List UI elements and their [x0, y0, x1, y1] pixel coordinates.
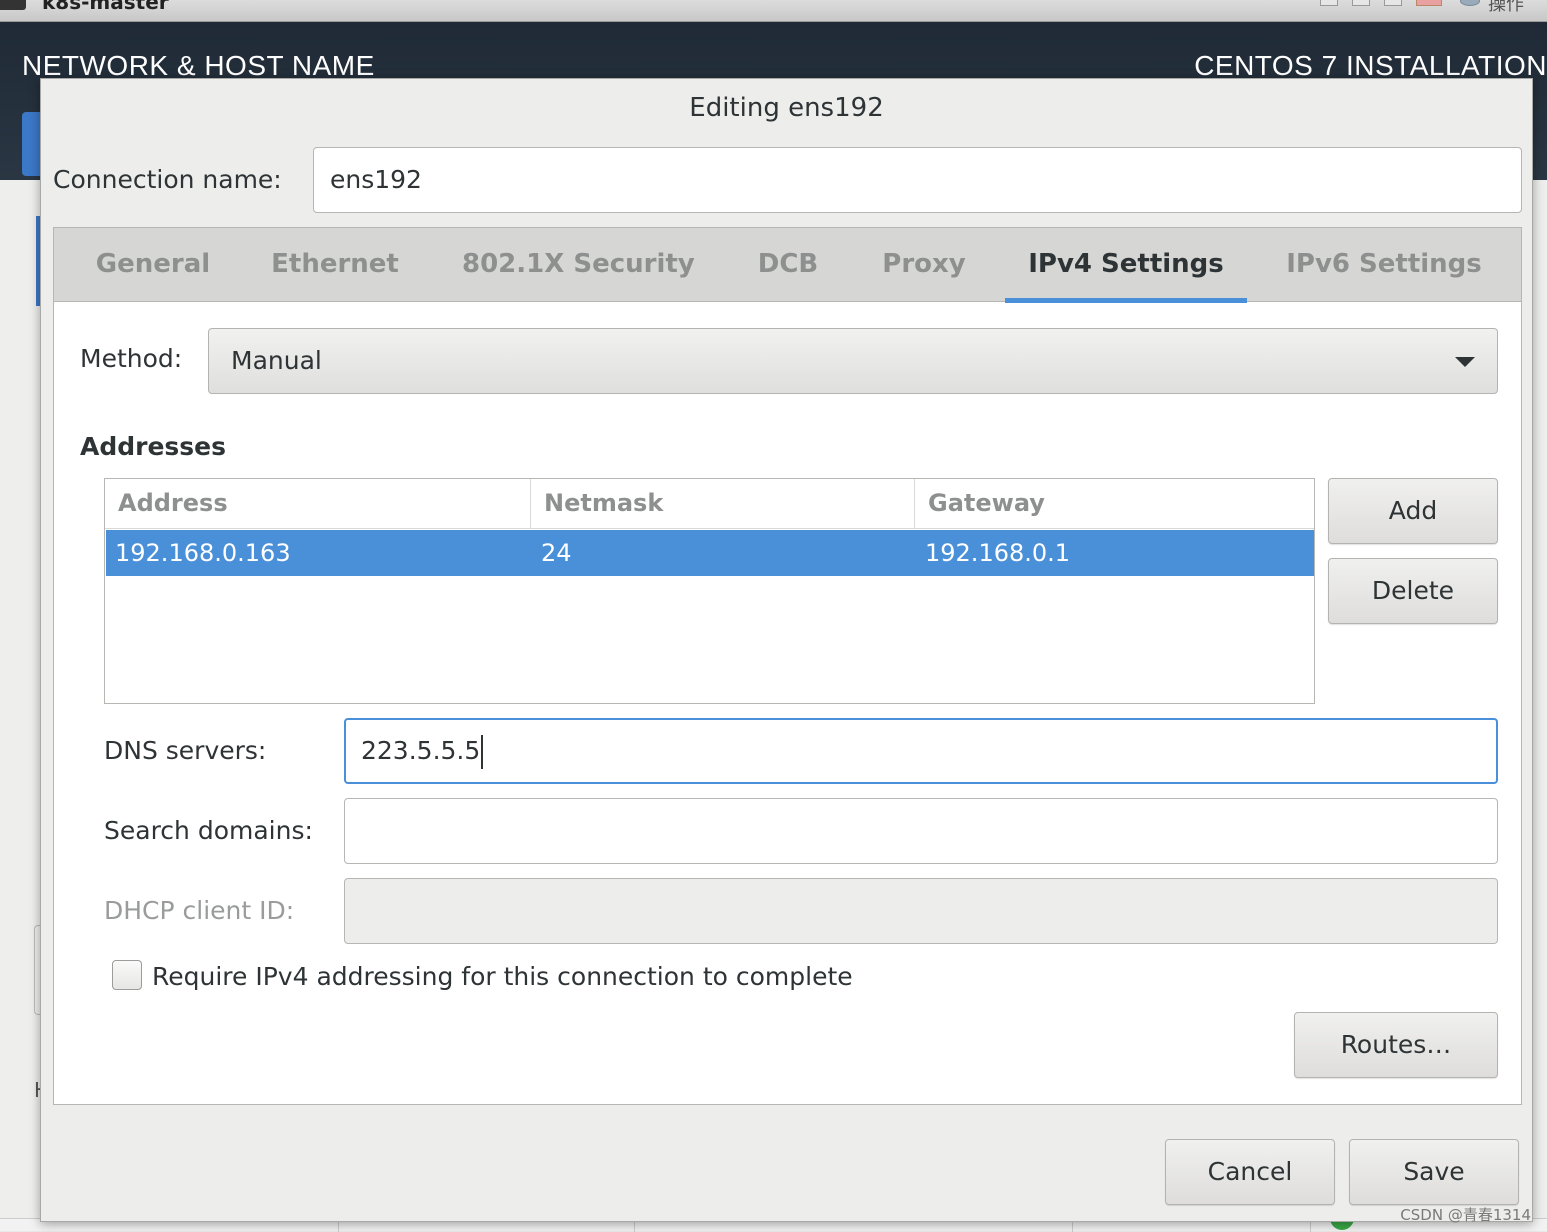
tab-ipv6-settings[interactable]: IPv6 Settings — [1286, 228, 1482, 302]
column-header-gateway[interactable]: Gateway — [915, 479, 1314, 529]
dns-servers-input[interactable]: 223.5.5.5 — [344, 718, 1498, 784]
addresses-table[interactable]: Address Netmask Gateway 192.168.0.163 24… — [104, 478, 1315, 704]
text-cursor — [481, 735, 484, 769]
save-button[interactable]: Save — [1349, 1139, 1519, 1205]
column-header-netmask[interactable]: Netmask — [531, 479, 915, 529]
require-ipv4-checkbox[interactable] — [112, 960, 142, 990]
vm-window-title: k8s-master — [42, 0, 169, 14]
addresses-heading: Addresses — [80, 432, 227, 461]
table-header: Address Netmask Gateway — [105, 479, 1314, 529]
netmask-cell[interactable]: 24 — [541, 530, 572, 576]
connection-name-input[interactable]: ens192 — [313, 147, 1522, 213]
connection-name-label: Connection name: — [53, 165, 282, 194]
vm-toolbar-icon[interactable] — [1352, 0, 1370, 6]
settings-notebook: General Ethernet 802.1X Security DCB Pro… — [53, 227, 1522, 1105]
chevron-down-icon — [1455, 357, 1475, 367]
dhcp-client-id-input — [344, 878, 1498, 944]
address-cell[interactable]: 192.168.0.163 — [115, 530, 291, 576]
column-header-address[interactable]: Address — [105, 479, 531, 529]
tab-ethernet[interactable]: Ethernet — [271, 228, 399, 302]
vm-toolbar-icon[interactable] — [1416, 0, 1442, 6]
routes-button[interactable]: Routes… — [1294, 1012, 1498, 1078]
vm-toolbar-icon[interactable] — [1384, 0, 1402, 6]
method-label: Method: — [80, 344, 183, 373]
tab-bar: General Ethernet 802.1X Security DCB Pro… — [54, 228, 1521, 303]
search-domains-input[interactable] — [344, 798, 1498, 864]
gear-icon[interactable] — [1460, 0, 1480, 6]
tab-dcb[interactable]: DCB — [756, 228, 820, 302]
vm-app-icon — [0, 0, 26, 10]
table-row[interactable]: 192.168.0.163 24 192.168.0.1 — [106, 530, 1314, 576]
delete-button[interactable]: Delete — [1328, 558, 1498, 624]
tab-proxy[interactable]: Proxy — [882, 228, 966, 302]
cancel-button[interactable]: Cancel — [1165, 1139, 1335, 1205]
add-button[interactable]: Add — [1328, 478, 1498, 544]
vm-actions-menu[interactable]: 操作 — [1488, 0, 1524, 16]
method-dropdown[interactable]: Manual — [208, 328, 1498, 394]
watermark: CSDN @青春1314 — [1400, 1206, 1531, 1224]
dhcp-client-id-label: DHCP client ID: — [104, 896, 295, 925]
vm-titlebar: k8s-master 操作 — [0, 0, 1547, 22]
tab-general[interactable]: General — [95, 228, 211, 302]
dns-servers-value: 223.5.5.5 — [361, 736, 481, 765]
gateway-cell[interactable]: 192.168.0.1 — [925, 530, 1070, 576]
method-value: Manual — [231, 346, 322, 375]
require-ipv4-label[interactable]: Require IPv4 addressing for this connect… — [152, 962, 853, 991]
search-domains-label: Search domains: — [104, 816, 313, 845]
tab-8021x-security[interactable]: 802.1X Security — [462, 228, 695, 302]
dialog-title: Editing ens192 — [689, 93, 884, 123]
edit-connection-dialog: Editing ens192 Connection name: ens192 G… — [40, 78, 1533, 1222]
tab-ipv4-settings[interactable]: IPv4 Settings — [1005, 228, 1247, 303]
dns-servers-label: DNS servers: — [104, 736, 267, 765]
vm-toolbar-icon[interactable] — [1320, 0, 1338, 6]
